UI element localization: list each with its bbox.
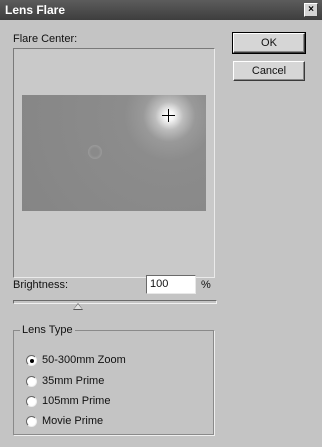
- brightness-input[interactable]: 100: [146, 275, 196, 294]
- flare-artifact: [88, 145, 102, 159]
- radio-label: Movie Prime: [42, 415, 104, 427]
- radio-label: 35mm Prime: [42, 375, 105, 387]
- lens-type-legend: Lens Type: [20, 324, 75, 336]
- radio-label: 105mm Prime: [42, 395, 111, 407]
- window-title: Lens Flare: [5, 3, 66, 17]
- radio-button[interactable]: [26, 395, 37, 407]
- brightness-slider-track[interactable]: [13, 300, 217, 304]
- radio-option-105mm-prime[interactable]: 105mm Prime: [26, 394, 110, 408]
- flare-preview-image[interactable]: [22, 95, 206, 211]
- radio-button[interactable]: [26, 415, 37, 427]
- radio-label: 50-300mm Zoom: [42, 354, 126, 366]
- brightness-unit: %: [201, 279, 211, 291]
- flare-center-crosshair-v[interactable]: [168, 109, 169, 122]
- cancel-button[interactable]: Cancel: [233, 61, 305, 81]
- brightness-label: Brightness:: [13, 279, 69, 291]
- brightness-slider-thumb[interactable]: [73, 303, 84, 310]
- close-button[interactable]: ×: [304, 3, 318, 17]
- ok-button[interactable]: OK: [232, 32, 306, 54]
- radio-option-35mm-prime[interactable]: 35mm Prime: [26, 374, 104, 388]
- radio-option-50-300mm-zoom[interactable]: 50-300mm Zoom: [26, 353, 126, 367]
- radio-button[interactable]: [26, 375, 37, 387]
- flare-preview-panel: [13, 48, 215, 278]
- flare-center-label: Flare Center:: [13, 33, 78, 45]
- radio-option-movie-prime[interactable]: Movie Prime: [26, 414, 103, 428]
- radio-button[interactable]: [26, 354, 37, 366]
- lens-flare-dialog: Flare Center: OK Cancel Brightness: 100 …: [0, 20, 322, 447]
- title-bar: Lens Flare ×: [0, 0, 322, 20]
- close-icon: ×: [308, 4, 314, 15]
